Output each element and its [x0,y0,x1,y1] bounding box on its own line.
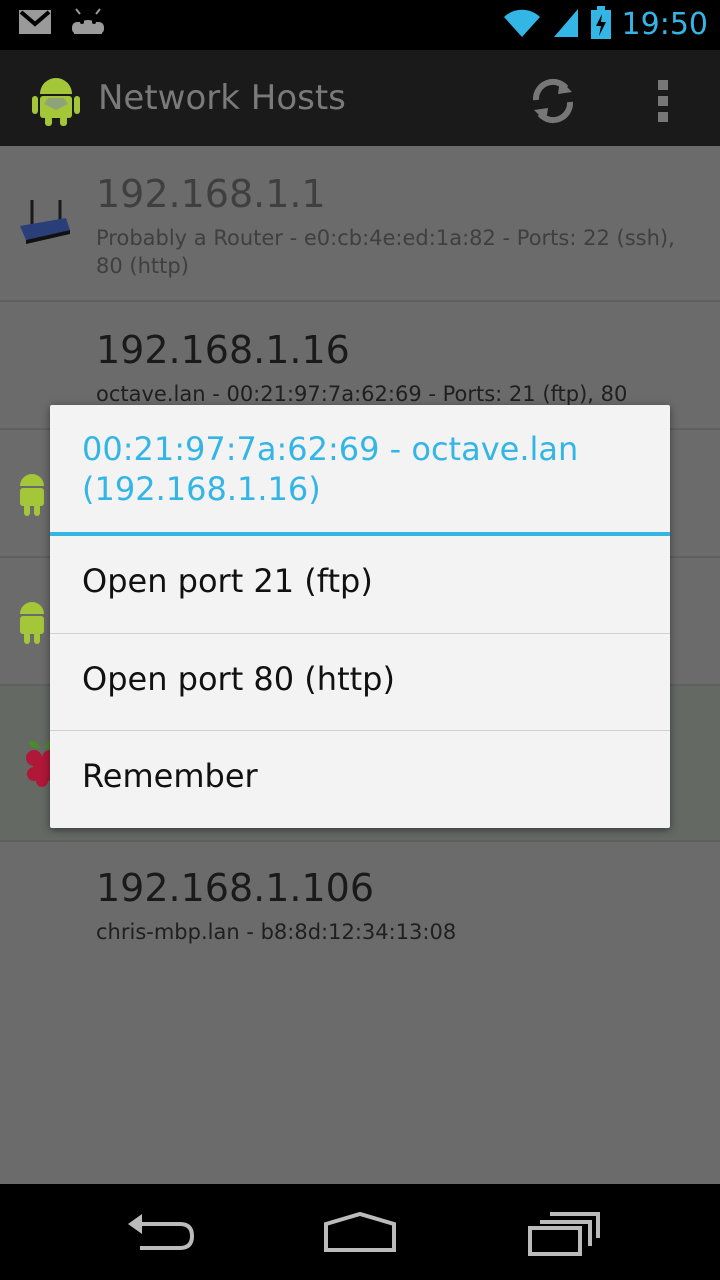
status-bar: 19:50 [0,0,720,50]
navigation-bar [0,1184,720,1280]
open-port-80-item[interactable]: Open port 80 (http) [50,633,670,730]
android-notification-icon [70,8,106,40]
host-row[interactable]: 192.168.1.106 chris-mbp.lan - b8:8d:12:3… [0,842,720,972]
dialog-item-label: Remember [82,757,258,795]
host-options-dialog: 00:21:97:7a:62:69 - octave.lan (192.168.… [50,405,670,828]
dialog-title: 00:21:97:7a:62:69 - octave.lan (192.168.… [82,430,579,508]
host-ip: 192.168.1.106 [96,866,375,910]
host-detail: Probably a Router - e0:cb:4e:ed:1a:82 - … [96,226,675,278]
android-icon [16,470,48,522]
battery-charging-icon [590,6,612,44]
remember-item[interactable]: Remember [50,730,670,827]
refresh-icon[interactable] [526,74,580,128]
back-icon[interactable] [120,1210,200,1256]
host-row[interactable]: 192.168.1.1 Probably a Router - e0:cb:4e… [0,146,720,302]
app-title: Network Hosts [98,78,346,118]
dialog-item-label: Open port 21 (ftp) [82,562,373,600]
dialog-item-label: Open port 80 (http) [82,660,395,698]
router-icon [16,198,72,248]
wifi-icon [502,7,542,43]
signal-icon [552,7,580,43]
gmail-icon [18,9,52,39]
overflow-menu-icon[interactable] [648,74,678,128]
action-bar: Network Hosts [0,50,720,146]
host-ip: 192.168.1.16 [96,328,350,372]
status-clock: 19:50 [621,7,708,42]
app-android-icon[interactable] [30,72,82,132]
open-port-21-item[interactable]: Open port 21 (ftp) [50,536,670,632]
home-icon[interactable] [320,1210,400,1256]
host-detail: chris-mbp.lan - b8:8d:12:34:13:08 [96,920,457,944]
android-icon [16,598,48,650]
recent-apps-icon[interactable] [522,1210,602,1256]
host-ip: 192.168.1.1 [96,172,326,216]
